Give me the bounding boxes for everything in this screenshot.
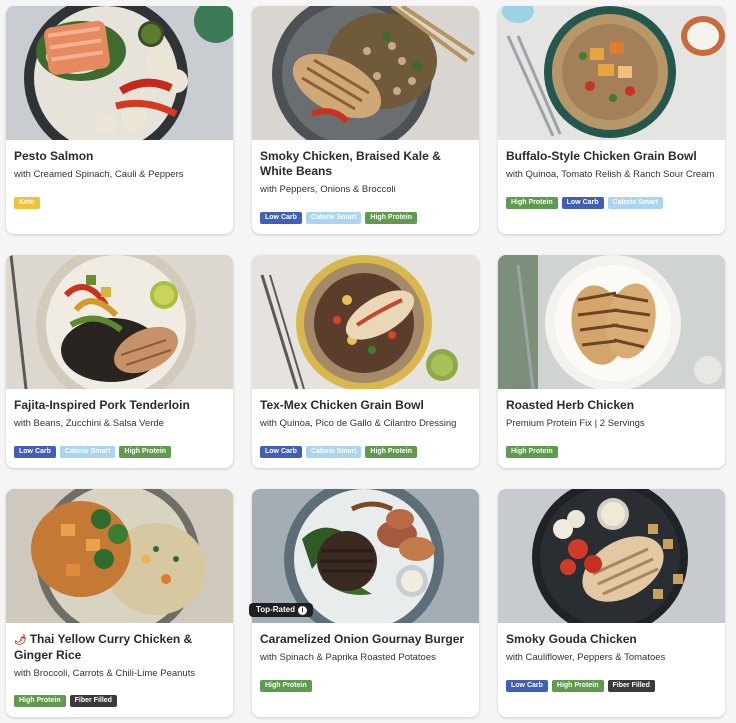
meal-photo-graphic <box>6 489 233 623</box>
diet-tag: Calorie Smart <box>305 446 362 458</box>
meal-subtitle: Premium Protein Fix | 2 Servings <box>506 418 645 429</box>
meal-photo-graphic <box>6 6 233 140</box>
diet-tag: Fiber Filled <box>607 680 655 692</box>
meal-title[interactable]: Roasted Herb Chicken <box>506 398 717 413</box>
meal-photo[interactable] <box>498 6 725 140</box>
meal-title[interactable]: 🌶︎ Thai Yellow Curry Chicken & Ginger Ric… <box>14 632 225 663</box>
diet-tag: High Protein <box>365 446 418 458</box>
meal-tags: Low Carb Calorie Smart High Protein <box>14 446 172 458</box>
meal-subtitle: with Peppers, Onions & Broccoli <box>260 184 396 195</box>
diet-tag: Fiber Filled <box>69 695 117 707</box>
meal-photo[interactable] <box>252 6 479 140</box>
meal-card-body: Buffalo-Style Chicken Grain Bowl with Qu… <box>498 140 725 191</box>
meal-tags: Low Carb Calorie Smart High Protein <box>260 212 418 224</box>
meal-subtitle: with Broccoli, Carrots & Chili-Lime Pean… <box>14 668 196 679</box>
meal-photo[interactable] <box>252 255 479 389</box>
diet-tag: High Protein <box>551 680 604 692</box>
meal-card[interactable]: Roasted Herb Chicken Premium Protein Fix… <box>498 255 725 468</box>
meal-subtitle: with Spinach & Paprika Roasted Potatoes <box>260 652 436 663</box>
meal-tags: Low Carb High Protein Fiber Filled <box>506 680 655 692</box>
meal-photo-graphic <box>498 489 725 623</box>
meal-photo-graphic <box>498 6 725 140</box>
diet-tag: Calorie Smart <box>59 446 116 458</box>
meal-tags: High Protein Fiber Filled <box>14 695 117 707</box>
diet-tag: Keto <box>14 197 40 209</box>
diet-tag: High Protein <box>506 197 558 209</box>
meal-card[interactable]: Smoky Chicken, Braised Kale & White Bean… <box>252 6 479 234</box>
top-rated-badge[interactable]: Top-Rated i <box>249 603 313 617</box>
diet-tag: Calorie Smart <box>607 197 664 209</box>
info-icon[interactable]: i <box>297 605 307 615</box>
meal-card-body: Tex-Mex Chicken Grain Bowl with Quinoa, … <box>252 389 479 440</box>
diet-tag: High Protein <box>119 446 172 458</box>
meal-title[interactable]: Caramelized Onion Gournay Burger <box>260 632 471 647</box>
diet-tag: High Protein <box>365 212 418 224</box>
meal-title-text: Thai Yellow Curry Chicken & Ginger Rice <box>14 632 193 662</box>
meal-tags: High Protein <box>506 446 558 458</box>
meal-card[interactable]: Pesto Salmon with Creamed Spinach, Cauli… <box>6 6 233 234</box>
meal-card-body: Fajita-Inspired Pork Tenderloin with Bea… <box>6 389 233 440</box>
diet-tag: Low Carb <box>14 446 56 458</box>
diet-tag: High Protein <box>14 695 66 707</box>
meal-tags: Keto <box>14 197 40 209</box>
meal-photo-graphic <box>252 255 479 389</box>
meal-card[interactable]: Fajita-Inspired Pork Tenderloin with Bea… <box>6 255 233 468</box>
meal-title[interactable]: Tex-Mex Chicken Grain Bowl <box>260 398 471 413</box>
meal-tags: Low Carb Calorie Smart High Protein <box>260 446 418 458</box>
meal-title[interactable]: Smoky Gouda Chicken <box>506 632 717 647</box>
meal-photo[interactable] <box>6 255 233 389</box>
meal-card[interactable]: Smoky Gouda Chicken with Cauliflower, Pe… <box>498 489 725 717</box>
diet-tag: High Protein <box>260 680 312 692</box>
meal-card[interactable]: Top-Rated i Caramelized Onion Gournay Bu… <box>249 489 479 717</box>
meal-photo[interactable] <box>6 6 233 140</box>
top-rated-label: Top-Rated <box>256 605 295 614</box>
meal-photo[interactable] <box>498 489 725 623</box>
meal-title[interactable]: Buffalo-Style Chicken Grain Bowl <box>506 149 717 164</box>
meal-subtitle: with Quinoa, Pico de Gallo & Cilantro Dr… <box>260 418 457 429</box>
meal-photo[interactable] <box>498 255 725 389</box>
meal-title[interactable]: Fajita-Inspired Pork Tenderloin <box>14 398 225 413</box>
meal-photo-graphic <box>498 255 725 389</box>
meal-photo[interactable] <box>6 489 233 623</box>
spicy-chili-icon: 🌶︎ <box>14 635 27 646</box>
meal-subtitle: with Cauliflower, Peppers & Tomatoes <box>506 652 666 663</box>
meal-subtitle: with Quinoa, Tomato Relish & Ranch Sour … <box>506 169 715 180</box>
meal-card-body: Smoky Chicken, Braised Kale & White Bean… <box>252 140 479 206</box>
meal-grid: Pesto Salmon with Creamed Spinach, Cauli… <box>0 0 736 723</box>
diet-tag: Low Carb <box>506 680 548 692</box>
diet-tag: Low Carb <box>260 446 302 458</box>
meal-card[interactable]: Buffalo-Style Chicken Grain Bowl with Qu… <box>498 6 725 234</box>
meal-photo-graphic <box>6 255 233 389</box>
meal-subtitle: with Beans, Zucchini & Salsa Verde <box>14 418 164 429</box>
meal-title[interactable]: Pesto Salmon <box>14 149 225 164</box>
diet-tag: Low Carb <box>561 197 604 209</box>
meal-title[interactable]: Smoky Chicken, Braised Kale & White Bean… <box>260 149 471 179</box>
diet-tag: High Protein <box>506 446 558 458</box>
meal-card-body: Caramelized Onion Gournay Burger with Sp… <box>252 623 479 674</box>
meal-card-body: Roasted Herb Chicken Premium Protein Fix… <box>498 389 725 440</box>
meal-card[interactable]: Tex-Mex Chicken Grain Bowl with Quinoa, … <box>252 255 479 468</box>
meal-card[interactable]: 🌶︎ Thai Yellow Curry Chicken & Ginger Ric… <box>6 489 233 717</box>
diet-tag: Calorie Smart <box>305 212 362 224</box>
meal-card-body: 🌶︎ Thai Yellow Curry Chicken & Ginger Ric… <box>6 623 233 690</box>
meal-subtitle: with Creamed Spinach, Cauli & Peppers <box>14 169 184 180</box>
meal-card-body: Pesto Salmon with Creamed Spinach, Cauli… <box>6 140 233 191</box>
meal-tags: High Protein <box>260 680 312 692</box>
meal-tags: High Protein Low Carb Calorie Smart <box>506 197 664 209</box>
diet-tag: Low Carb <box>260 212 302 224</box>
meal-photo-graphic <box>252 6 479 140</box>
meal-card-body: Smoky Gouda Chicken with Cauliflower, Pe… <box>498 623 725 674</box>
